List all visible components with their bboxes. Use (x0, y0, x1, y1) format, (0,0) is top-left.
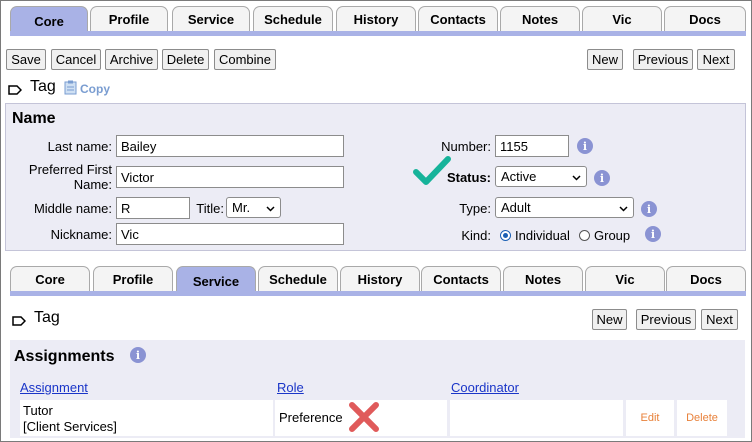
top-tab-bar: Core Profile Service Schedule History Co… (10, 2, 746, 36)
next-button[interactable]: Next (701, 309, 738, 330)
delete-button[interactable]: Delete (162, 49, 209, 70)
type-select[interactable]: Adult (495, 197, 634, 218)
kind-individual-radio[interactable] (500, 230, 511, 241)
kind-individual-option[interactable]: Individual (500, 228, 570, 243)
previous-button[interactable]: Previous (636, 309, 696, 330)
tab-notes[interactable]: Notes (500, 6, 580, 32)
tab-vic[interactable]: Vic (585, 266, 665, 292)
preferred-first-label: Preferred First Name: (6, 162, 112, 192)
tab-underline (10, 31, 746, 36)
tag-icon (8, 82, 23, 95)
tab-underline (10, 291, 746, 296)
new-button[interactable]: New (592, 309, 627, 330)
status-info-icon[interactable]: i (594, 170, 610, 186)
status-label: Status: (446, 170, 491, 185)
clipboard-icon (64, 80, 78, 98)
tab-contacts[interactable]: Contacts (421, 266, 501, 292)
preferred-first-label-line2: Name: (73, 177, 112, 192)
edit-cell: Edit (626, 400, 674, 436)
nickname-field[interactable]: Vic (116, 223, 344, 245)
tab-schedule[interactable]: Schedule (253, 6, 333, 32)
number-info-icon[interactable]: i (577, 138, 593, 154)
kind-group-option[interactable]: Group (579, 228, 630, 243)
kind-group-radio[interactable] (579, 230, 590, 241)
assignments-info-icon[interactable]: i (130, 347, 146, 363)
chevron-down-icon (572, 169, 581, 184)
next-button[interactable]: Next (697, 49, 735, 70)
kind-info-icon[interactable]: i (645, 226, 661, 242)
chevron-down-icon (266, 200, 275, 215)
title-value: Mr. (232, 200, 251, 215)
tab-profile[interactable]: Profile (93, 266, 173, 292)
middle-name-field[interactable]: R (116, 197, 190, 219)
chevron-down-icon (619, 200, 628, 215)
kind-individual-label: Individual (515, 228, 570, 243)
column-header-role[interactable]: Role (277, 380, 304, 395)
type-label: Type: (459, 201, 491, 216)
tab-notes[interactable]: Notes (503, 266, 583, 292)
archive-button[interactable]: Archive (105, 49, 158, 70)
bottom-tag-row: Tag (12, 309, 60, 327)
number-label: Number: (441, 139, 491, 154)
save-button[interactable]: Save (6, 49, 46, 70)
middle-name-label: Middle name: (33, 201, 112, 216)
tag-icon (12, 313, 27, 326)
name-heading: Name (12, 110, 56, 127)
remove-x-icon[interactable] (347, 401, 381, 436)
previous-button[interactable]: Previous (633, 49, 693, 70)
type-value: Adult (501, 200, 531, 215)
tab-core[interactable]: Core (10, 266, 90, 292)
tab-docs[interactable]: Docs (664, 6, 746, 32)
combine-button[interactable]: Combine (214, 49, 276, 70)
table-row-coordinator-cell (450, 400, 623, 436)
type-info-icon[interactable]: i (641, 201, 657, 217)
tab-docs[interactable]: Docs (666, 266, 746, 292)
kind-label: Kind: (461, 228, 491, 243)
cancel-button[interactable]: Cancel (51, 49, 101, 70)
nickname-label: Nickname: (50, 227, 112, 242)
tab-history[interactable]: History (336, 6, 416, 32)
name-panel: Name Last name: Bailey Preferred First N… (5, 103, 746, 251)
last-name-label: Last name: (47, 139, 112, 154)
column-header-coordinator[interactable]: Coordinator (451, 380, 519, 395)
tag-label: Tag (34, 309, 60, 326)
assignment-group: [Client Services] (23, 419, 117, 434)
assignment-name: Tutor (23, 403, 53, 418)
copy-button[interactable]: Copy (64, 80, 110, 98)
column-header-assignment[interactable]: Assignment (20, 380, 88, 395)
preferred-first-label-line1: Preferred First (28, 162, 112, 177)
tag-row: Tag (8, 78, 56, 96)
tab-profile[interactable]: Profile (90, 6, 168, 32)
tab-history[interactable]: History (340, 266, 420, 292)
assignments-panel: Assignments i Assignment Role Coordinato… (10, 340, 745, 438)
delete-link[interactable]: Delete (686, 412, 718, 424)
preferred-first-field[interactable]: Victor (116, 166, 344, 188)
copy-label: Copy (80, 82, 110, 96)
role-value: Preference (279, 410, 343, 425)
tab-vic[interactable]: Vic (582, 6, 662, 32)
tab-schedule[interactable]: Schedule (258, 266, 338, 292)
assignments-heading: Assignments (14, 348, 115, 365)
number-field[interactable]: 1155 (495, 135, 569, 157)
title-select[interactable]: Mr. (226, 197, 281, 218)
title-label: Title: (196, 201, 224, 216)
status-value: Active (501, 169, 537, 184)
new-button[interactable]: New (587, 49, 623, 70)
last-name-field[interactable]: Bailey (116, 135, 344, 157)
edit-link[interactable]: Edit (641, 412, 660, 424)
status-select[interactable]: Active (495, 166, 587, 187)
tab-contacts[interactable]: Contacts (418, 6, 498, 32)
kind-group-label: Group (594, 228, 631, 243)
table-row-assignment-cell: Tutor [Client Services] (20, 400, 273, 436)
delete-cell: Delete (677, 400, 727, 436)
bottom-tab-bar: Core Profile Service Schedule History Co… (10, 262, 746, 296)
tag-label: Tag (30, 78, 56, 95)
tab-service[interactable]: Service (172, 6, 250, 32)
